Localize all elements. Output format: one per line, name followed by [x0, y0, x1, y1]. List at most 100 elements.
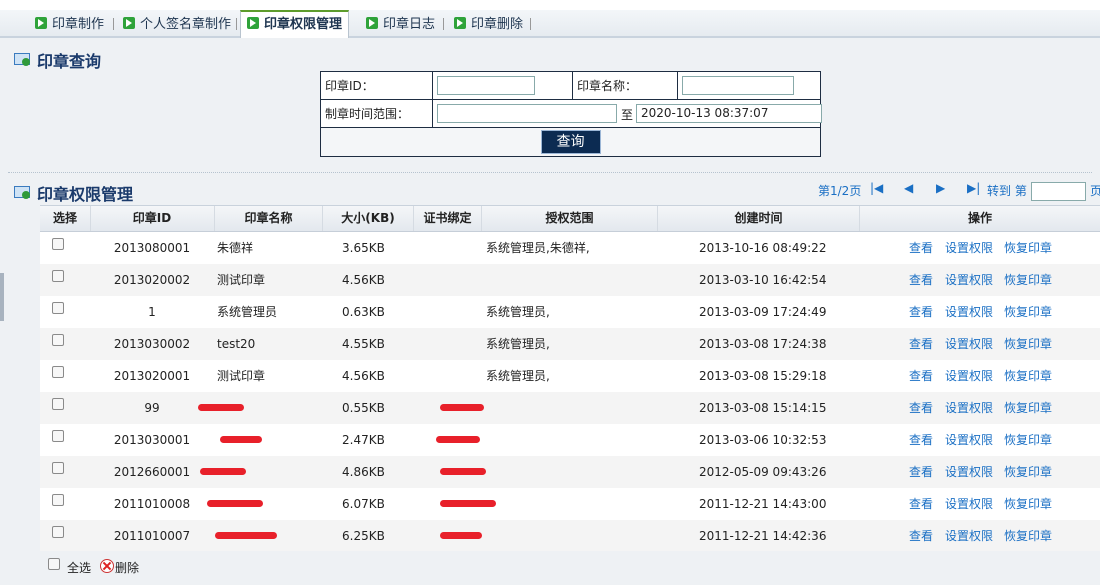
row-checkbox[interactable] [52, 302, 64, 314]
restore-seal-link[interactable]: 恢复印章 [1004, 424, 1052, 456]
goto-page-input[interactable] [1031, 182, 1086, 201]
side-collapse-handle[interactable] [0, 273, 4, 321]
create-time-cell: 2011-12-21 14:42:36 [699, 529, 827, 543]
delete-icon[interactable] [100, 559, 114, 573]
size-cell: 6.25KB [342, 529, 385, 543]
view-link[interactable]: 查看 [909, 296, 933, 328]
scope-cell: 系统管理员,朱德祥, [486, 241, 590, 255]
seal-name-cell: 朱德祥 [217, 241, 254, 255]
create-time-cell: 2013-03-09 17:24:49 [699, 305, 827, 319]
last-page-icon[interactable]: ▶| [967, 181, 980, 195]
tab-personal-signature[interactable]: 个人签名章制作 [123, 15, 231, 35]
seal-name-cell: 测试印章 [217, 273, 266, 287]
tab-seal-create[interactable]: 印章制作 [35, 15, 104, 35]
row-checkbox[interactable] [52, 366, 64, 378]
time-range-label: 制章时间范围： [320, 99, 433, 128]
seal-name-input[interactable] [682, 76, 794, 95]
view-link[interactable]: 查看 [909, 264, 933, 296]
seal-id-input[interactable] [437, 76, 535, 95]
create-time-cell: 2013-03-06 10:32:53 [699, 433, 827, 447]
row-checkbox[interactable] [52, 334, 64, 346]
set-permission-link[interactable]: 设置权限 [945, 328, 993, 360]
restore-seal-link[interactable]: 恢复印章 [1004, 360, 1052, 392]
create-time-cell: 2011-12-21 14:43:00 [699, 497, 827, 511]
table-row: 2013020001 测试印章 4.56KB 系统管理员, 2013-03-08 15:… [40, 360, 1100, 393]
col-seal-id: 印章ID [90, 206, 215, 231]
set-permission-link[interactable]: 设置权限 [945, 232, 993, 264]
col-seal-name: 印章名称 [215, 206, 323, 231]
arrow-icon [35, 17, 47, 29]
redaction-mark [440, 500, 496, 507]
tab-seal-log[interactable]: 印章日志 [366, 15, 435, 35]
set-permission-link[interactable]: 设置权限 [945, 296, 993, 328]
tab-seal-permission[interactable]: 印章权限管理 [240, 10, 350, 38]
restore-seal-link[interactable]: 恢复印章 [1004, 264, 1052, 296]
end-time-input[interactable]: 2020-10-13 08:37:07 [636, 104, 822, 123]
view-link[interactable]: 查看 [909, 360, 933, 392]
view-link[interactable]: 查看 [909, 520, 933, 552]
set-permission-link[interactable]: 设置权限 [945, 488, 993, 520]
restore-seal-link[interactable]: 恢复印章 [1004, 328, 1052, 360]
row-checkbox[interactable] [52, 270, 64, 282]
redaction-mark [215, 532, 277, 539]
select-all-checkbox[interactable] [48, 558, 60, 570]
search-button[interactable]: 查询 [540, 130, 601, 154]
set-permission-link[interactable]: 设置权限 [945, 360, 993, 392]
restore-seal-link[interactable]: 恢复印章 [1004, 456, 1052, 488]
tab-seal-delete[interactable]: 印章删除 [454, 15, 523, 35]
col-auth-scope: 授权范围 [482, 206, 658, 231]
seal-id-cell: 2012660001 [113, 465, 191, 479]
size-cell: 2.47KB [342, 433, 385, 447]
seal-name-cell: test20 [217, 337, 256, 351]
view-link[interactable]: 查看 [909, 488, 933, 520]
restore-seal-link[interactable]: 恢复印章 [1004, 520, 1052, 552]
tab-bar: 印章制作 个人签名章制作 印章权限管理 印章日志 印章删除 [0, 10, 1100, 38]
tab-separator [113, 18, 114, 30]
arrow-icon [366, 17, 378, 29]
table-row: 99 0.55KB 2013-03-08 15:14:15 查看 设置权限 恢复印章 [40, 392, 1100, 425]
first-page-icon[interactable]: |◀ [870, 181, 883, 195]
scope-cell: 系统管理员, [486, 369, 550, 383]
next-page-icon[interactable]: ▶ [936, 181, 945, 195]
restore-seal-link[interactable]: 恢复印章 [1004, 296, 1052, 328]
divider [8, 172, 1092, 173]
restore-seal-link[interactable]: 恢复印章 [1004, 488, 1052, 520]
manage-section-title: 印章权限管理 [37, 185, 134, 204]
row-checkbox[interactable] [52, 462, 64, 474]
table-header: 选择 印章ID 印章名称 大小(KB) 证书绑定 授权范围 创建时间 操作 [40, 206, 1100, 232]
row-checkbox[interactable] [52, 526, 64, 538]
seal-id-label: 印章ID： [320, 71, 433, 100]
view-link[interactable]: 查看 [909, 232, 933, 264]
table-row: 2013030002 test20 4.55KB 系统管理员, 2013-03-08 1… [40, 328, 1100, 361]
view-link[interactable]: 查看 [909, 456, 933, 488]
size-cell: 3.65KB [342, 241, 385, 255]
set-permission-link[interactable]: 设置权限 [945, 392, 993, 424]
window-icon [14, 53, 31, 66]
set-permission-link[interactable]: 设置权限 [945, 264, 993, 296]
restore-seal-link[interactable]: 恢复印章 [1004, 232, 1052, 264]
create-time-cell: 2013-03-08 15:14:15 [699, 401, 827, 415]
size-cell: 0.63KB [342, 305, 385, 319]
scope-cell: 系统管理员, [486, 337, 550, 351]
seal-id-cell: 2011010007 [113, 529, 191, 543]
set-permission-link[interactable]: 设置权限 [945, 456, 993, 488]
set-permission-link[interactable]: 设置权限 [945, 424, 993, 456]
restore-seal-link[interactable]: 恢复印章 [1004, 392, 1052, 424]
view-link[interactable]: 查看 [909, 424, 933, 456]
window-icon [14, 186, 31, 199]
delete-button[interactable]: 删除 [115, 559, 139, 576]
start-time-input[interactable] [437, 104, 617, 123]
seal-id-cell: 99 [144, 401, 160, 415]
row-checkbox[interactable] [52, 430, 64, 442]
row-checkbox[interactable] [52, 238, 64, 250]
col-create-time: 创建时间 [658, 206, 860, 231]
view-link[interactable]: 查看 [909, 328, 933, 360]
prev-page-icon[interactable]: ◀ [904, 181, 913, 195]
row-checkbox[interactable] [52, 494, 64, 506]
table-row: 2013030001 2.47KB 2013-03-06 10:32:53 查看 设置权… [40, 424, 1100, 457]
set-permission-link[interactable]: 设置权限 [945, 520, 993, 552]
create-time-cell: 2013-03-08 17:24:38 [699, 337, 827, 351]
page-indicator: 第1/2页 [818, 184, 862, 198]
view-link[interactable]: 查看 [909, 392, 933, 424]
row-checkbox[interactable] [52, 398, 64, 410]
